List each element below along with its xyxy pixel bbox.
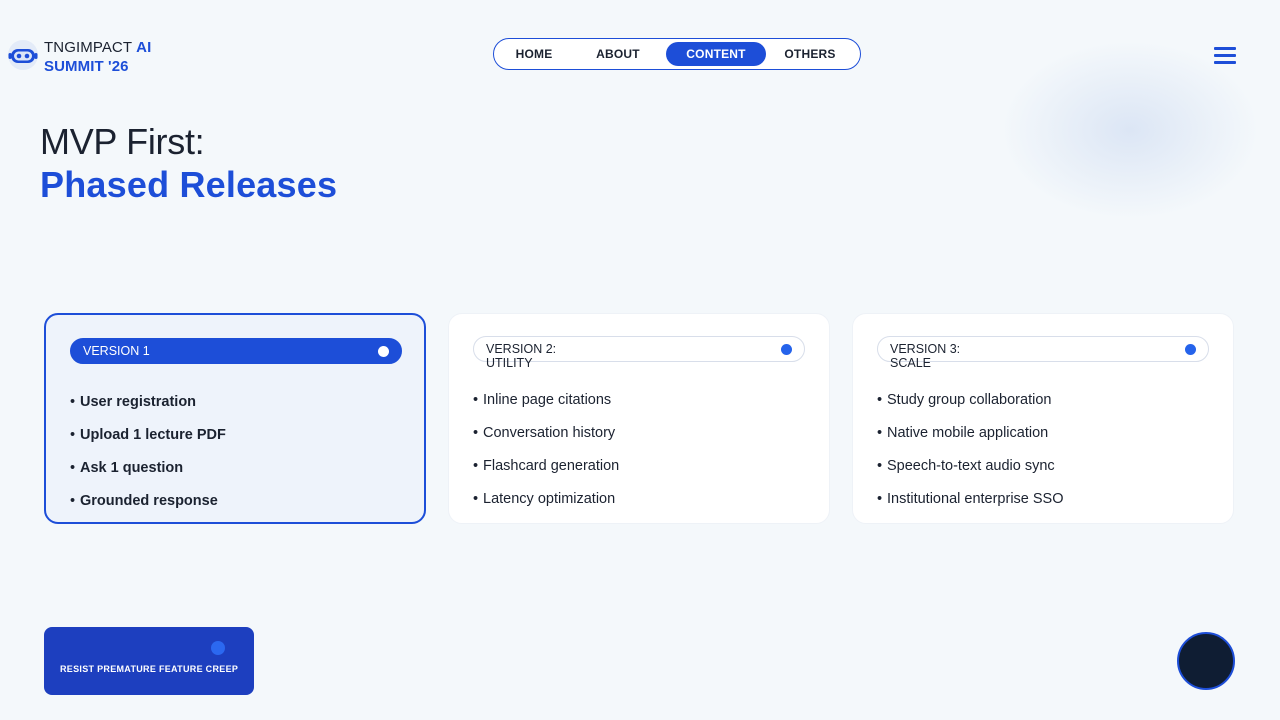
floating-action-button[interactable] xyxy=(1177,632,1235,690)
callout-text: RESIST PREMATURE FEATURE CREEP xyxy=(60,664,239,674)
nav-item-home[interactable]: HOME xyxy=(498,42,570,66)
nav-item-others[interactable]: OTHERS xyxy=(766,42,854,66)
list-item: • Conversation history xyxy=(473,425,616,441)
list-item: • User registration xyxy=(70,394,197,410)
robot-icon xyxy=(8,40,38,70)
list-item: • Grounded response xyxy=(70,493,218,509)
page-title-line2: Phased Releases xyxy=(40,164,338,205)
nav-item-about[interactable]: ABOUT xyxy=(570,42,666,66)
brand-name-accent: AI xyxy=(136,39,152,56)
status-dot-icon xyxy=(378,346,389,357)
version-card-3[interactable]: VERSION 3: SCALE • Study group collaborat… xyxy=(852,313,1234,524)
list-item: • Native mobile application xyxy=(877,425,1049,441)
hamburger-menu-icon[interactable] xyxy=(1214,47,1236,65)
brand-name-line2: SUMMIT '26 xyxy=(44,58,129,75)
list-item: • Inline page citations xyxy=(473,392,612,408)
list-item: • Institutional enterprise SSO xyxy=(877,491,1064,507)
version-badge: VERSION 3: SCALE xyxy=(877,336,1209,370)
feature-list: • Study group collaboration • Native mobil… xyxy=(877,384,1064,516)
status-dot-icon xyxy=(781,344,792,355)
list-item: • Speech-to-text audio sync xyxy=(877,458,1055,474)
version-label: VERSION 3: xyxy=(890,342,961,356)
list-item: • Latency optimization xyxy=(473,491,616,507)
status-dot-icon xyxy=(1185,344,1196,355)
nav-item-content[interactable]: CONTENT xyxy=(666,42,766,66)
feature-list: • User registration • Upload 1 lecture PDF… xyxy=(70,386,226,518)
version-sublabel: SCALE xyxy=(890,356,931,370)
main-nav: HOME ABOUT CONTENT OTHERS xyxy=(493,38,861,70)
version-sublabel: UTILITY xyxy=(486,356,533,370)
list-item: • Upload 1 lecture PDF xyxy=(70,427,226,443)
version-card-1[interactable]: VERSION 1 • User registration • Upload 1 l… xyxy=(44,313,426,524)
background-glow xyxy=(1000,40,1260,220)
version-label: VERSION 2: xyxy=(486,342,557,356)
brand-name: TNGIMPACT AI SUMMIT '26 xyxy=(44,38,151,76)
callout-card: RESIST PREMATURE FEATURE CREEP xyxy=(44,627,254,695)
list-item: • Ask 1 question xyxy=(70,460,184,476)
list-item: • Study group collaboration xyxy=(877,392,1052,408)
brand-name-part1: TNGIMPACT xyxy=(44,39,132,56)
version-badge: VERSION 2: UTILITY xyxy=(473,336,805,370)
brand-logo[interactable]: TNGIMPACT AI SUMMIT '26 xyxy=(6,38,151,76)
list-item: • Flashcard generation xyxy=(473,458,620,474)
page-title-line1: MVP First: xyxy=(40,121,205,162)
version-badge: VERSION 1 xyxy=(70,338,402,364)
version-label: VERSION 1 xyxy=(83,344,150,358)
version-card-2[interactable]: VERSION 2: UTILITY • Inline page citation… xyxy=(448,313,830,524)
page-title: MVP First: Phased Releases xyxy=(40,121,337,207)
callout-dot-icon xyxy=(211,641,225,655)
feature-list: • Inline page citations • Conversation his… xyxy=(473,384,619,516)
